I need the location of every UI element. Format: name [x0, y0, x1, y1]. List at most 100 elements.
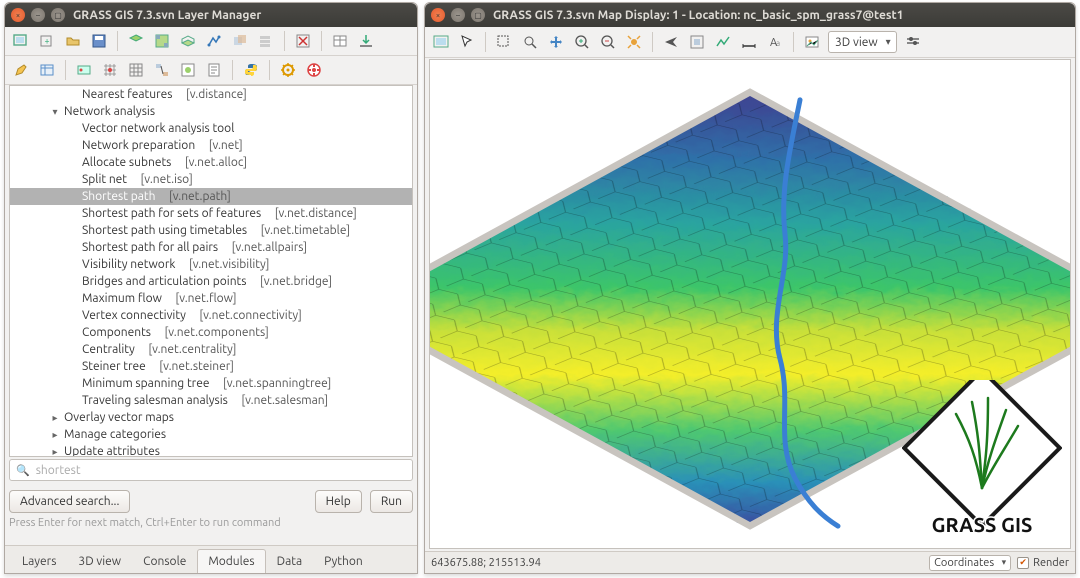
add-layers-icon[interactable]: [126, 31, 146, 51]
tab-data[interactable]: Data: [266, 549, 314, 573]
window-title: GRASS GIS 7.3.svn Map Display: 1 - Locat…: [493, 9, 903, 22]
import-icon[interactable]: [356, 31, 376, 51]
titlebar[interactable]: × – ▢ GRASS GIS 7.3.svn Map Display: 1 -…: [425, 3, 1075, 27]
close-icon[interactable]: ×: [11, 8, 25, 22]
layer-toolbar-1: +: [5, 27, 417, 56]
tab-modules[interactable]: Modules: [197, 549, 265, 573]
map-canvas[interactable]: GRASS GIS: [429, 59, 1071, 549]
table-icon[interactable]: [330, 31, 350, 51]
tree-item[interactable]: Nearest features [v.distance]: [10, 86, 412, 103]
maximize-icon[interactable]: ▢: [51, 8, 65, 22]
tree-item[interactable]: Shortest path for sets of features [v.ne…: [10, 205, 412, 222]
add-raster3d-icon[interactable]: [178, 31, 198, 51]
svg-text:a: a: [776, 39, 780, 48]
hint-text: Press Enter for next match, Ctrl+Enter t…: [9, 517, 281, 529]
nviz-settings-icon[interactable]: [903, 32, 923, 52]
new-display-icon[interactable]: [11, 31, 31, 51]
tab-python[interactable]: Python: [313, 549, 374, 573]
close-icon[interactable]: ×: [431, 8, 445, 22]
zoom-in-icon[interactable]: [572, 32, 592, 52]
text-overlay-icon[interactable]: Aa: [765, 32, 785, 52]
tab-layers[interactable]: Layers: [11, 549, 67, 573]
maximize-icon[interactable]: ▢: [471, 8, 485, 22]
edit-vector-icon[interactable]: [11, 60, 31, 80]
zoom-extent-icon[interactable]: [624, 32, 644, 52]
status-mode-select[interactable]: Coordinates: [929, 555, 1011, 571]
tree-item[interactable]: ▸Overlay vector maps: [10, 409, 412, 426]
help-button[interactable]: Help: [315, 490, 362, 513]
map-display-window: × – ▢ GRASS GIS 7.3.svn Map Display: 1 -…: [424, 2, 1076, 574]
render-map-icon[interactable]: [431, 32, 451, 52]
tab-3d-view[interactable]: 3D view: [67, 549, 132, 573]
button-row: Advanced search... Help Run: [9, 490, 413, 513]
map-toolbar: Aa 3D view: [425, 27, 1075, 58]
tree-item[interactable]: Minimum spanning tree [v.net.spanningtre…: [10, 375, 412, 392]
tree-item[interactable]: Traveling salesman analysis [v.net.sales…: [10, 392, 412, 409]
zoom-region-icon[interactable]: [687, 32, 707, 52]
attribute-table-icon[interactable]: [37, 60, 57, 80]
advanced-search-button[interactable]: Advanced search...: [9, 490, 130, 513]
tree-item[interactable]: Components [v.net.components]: [10, 324, 412, 341]
search-icon: 🔍: [16, 464, 30, 477]
tree-item[interactable]: Centrality [v.net.centrality]: [10, 341, 412, 358]
statusbar: 643675.88; 215513.94 Coordinates ✔ Rende…: [425, 551, 1075, 573]
logo-text: GRASS GIS: [932, 513, 1033, 536]
run-button[interactable]: Run: [370, 490, 413, 513]
remove-layer-icon[interactable]: [293, 31, 313, 51]
tree-item[interactable]: Maximum flow [v.net.flow]: [10, 290, 412, 307]
add-group-icon[interactable]: [256, 31, 276, 51]
layer-manager-window: × – ▢ GRASS GIS 7.3.svn Layer Manager +: [4, 2, 418, 574]
coordinates-readout: 643675.88; 215513.94: [431, 557, 541, 569]
render-checkbox[interactable]: ✔: [1017, 557, 1029, 569]
pointer-icon[interactable]: [457, 32, 477, 52]
tree-item[interactable]: ▸Update attributes: [10, 443, 412, 457]
tree-item[interactable]: ▸Manage categories: [10, 426, 412, 443]
gcp-icon[interactable]: [100, 60, 120, 80]
scalebar-icon[interactable]: [739, 32, 759, 52]
grid-icon[interactable]: [126, 60, 146, 80]
script-icon[interactable]: [204, 60, 224, 80]
add-overlay-icon[interactable]: [230, 31, 250, 51]
tree-item[interactable]: Shortest path for all pairs [v.net.allpa…: [10, 239, 412, 256]
pan-icon[interactable]: [546, 32, 566, 52]
modeller-icon[interactable]: [152, 60, 172, 80]
tree-item[interactable]: Visibility network [v.net.visibility]: [10, 256, 412, 273]
module-tree[interactable]: Nearest features [v.distance]▾Network an…: [9, 85, 413, 457]
tree-item[interactable]: Vector network analysis tool: [10, 120, 412, 137]
layer-toolbar-2: [5, 56, 417, 85]
settings-icon[interactable]: [278, 60, 298, 80]
tree-item[interactable]: Shortest path using timetables [v.net.ti…: [10, 222, 412, 239]
new-workspace-icon[interactable]: +: [37, 31, 57, 51]
window-title: GRASS GIS 7.3.svn Layer Manager: [73, 9, 261, 22]
tree-item[interactable]: Vertex connectivity [v.net.connectivity]: [10, 307, 412, 324]
render-label: Render: [1033, 557, 1069, 569]
add-raster-icon[interactable]: [152, 31, 172, 51]
tree-item[interactable]: ▾Network analysis: [10, 103, 412, 120]
tab-console[interactable]: Console: [132, 549, 197, 573]
fly-icon[interactable]: [661, 32, 681, 52]
tree-item[interactable]: Steiner tree [v.net.steiner]: [10, 358, 412, 375]
open-workspace-icon[interactable]: [63, 31, 83, 51]
tree-item[interactable]: Allocate subnets [v.net.alloc]: [10, 154, 412, 171]
georectify-icon[interactable]: [74, 60, 94, 80]
query-icon[interactable]: [520, 32, 540, 52]
zoom-out-icon[interactable]: [598, 32, 618, 52]
select-icon[interactable]: [494, 32, 514, 52]
python-icon[interactable]: [241, 60, 261, 80]
tree-item[interactable]: Split net [v.net.iso]: [10, 171, 412, 188]
view-mode-select[interactable]: 3D view: [828, 31, 897, 53]
search-input[interactable]: 🔍 shortest: [9, 459, 413, 481]
save-image-icon[interactable]: [802, 32, 822, 52]
cartographic-icon[interactable]: [178, 60, 198, 80]
tree-item[interactable]: Bridges and articulation points [v.net.b…: [10, 273, 412, 290]
tree-item[interactable]: Shortest path [v.net.path]: [10, 188, 412, 205]
help-icon[interactable]: [304, 60, 324, 80]
add-vector-icon[interactable]: [204, 31, 224, 51]
tree-item[interactable]: Network preparation [v.net]: [10, 137, 412, 154]
minimize-icon[interactable]: –: [451, 8, 465, 22]
save-workspace-icon[interactable]: [89, 31, 109, 51]
titlebar[interactable]: × – ▢ GRASS GIS 7.3.svn Layer Manager: [5, 3, 417, 27]
analyze-icon[interactable]: [713, 32, 733, 52]
search-placeholder: shortest: [36, 464, 81, 477]
minimize-icon[interactable]: –: [31, 8, 45, 22]
